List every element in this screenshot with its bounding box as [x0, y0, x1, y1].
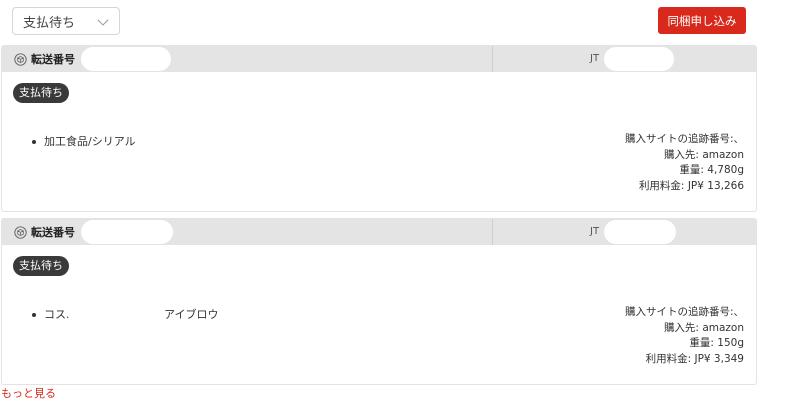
transfer-number-label: 転送番号 [31, 226, 75, 239]
show-more-link[interactable]: もっと見る [1, 385, 56, 401]
shipment-info: 購入サイトの追跡番号:、 購入先: amazon 重量: 4,780g 利用料金… [625, 132, 744, 194]
status-filter-select[interactable]: 支払待ち [12, 7, 120, 35]
item-name: 加工食品/シリアル [44, 135, 136, 148]
header-divider [492, 46, 493, 72]
package-icon [14, 52, 27, 66]
tracking-info: 購入サイトの追跡番号:、 [624, 133, 744, 145]
fee: 利用料金: JP¥ 3,349 [645, 352, 744, 365]
status-badge: 支払待ち [13, 256, 69, 276]
bullet [32, 140, 36, 144]
header-divider [492, 219, 493, 245]
redacted-tracking-number [604, 220, 676, 244]
shipment-card: 転送番号 JT 支払待ち コス. アイブロウ 購入サイトの追跡番号:、 購入先:… [1, 218, 757, 385]
redacted-tracking-number [604, 47, 674, 71]
chevron-down-icon [97, 14, 109, 26]
bundle-request-button[interactable]: 同梱申し込み [658, 7, 746, 34]
shipment-card: 転送番号 JT 支払待ち 加工食品/シリアル 購入サイトの追跡番号:、 購入先:… [1, 45, 757, 212]
fee: 利用料金: JP¥ 13,266 [638, 179, 744, 192]
transfer-number-label: 転送番号 [31, 53, 75, 66]
tracking-info: 購入サイトの追跡番号:、 [624, 306, 744, 318]
redacted-transfer-number [81, 47, 171, 71]
tracking-prefix: JT [590, 53, 600, 64]
list-item: 加工食品/シリアル [32, 133, 136, 149]
weight: 重量: 150g [689, 337, 744, 349]
purchase-source: 購入先: amazon [663, 321, 744, 334]
weight: 重量: 4,780g [679, 164, 744, 176]
status-filter-value: 支払待ち [23, 15, 76, 31]
package-icon [14, 225, 27, 239]
item-name: コス. [44, 308, 70, 321]
shipment-info: 購入サイトの追跡番号:、 購入先: amazon 重量: 150g 利用料金: … [625, 305, 744, 367]
bullet [32, 313, 36, 317]
status-badge: 支払待ち [13, 83, 69, 103]
shipment-card-header: 転送番号 JT [2, 46, 756, 72]
shipment-card-header: 転送番号 JT [2, 219, 756, 245]
item-name-extra: アイブロウ [164, 308, 219, 321]
purchase-source: 購入先: amazon [663, 148, 744, 161]
tracking-prefix: JT [590, 226, 600, 237]
redacted-transfer-number [81, 220, 173, 244]
list-item: コス. [32, 306, 70, 322]
